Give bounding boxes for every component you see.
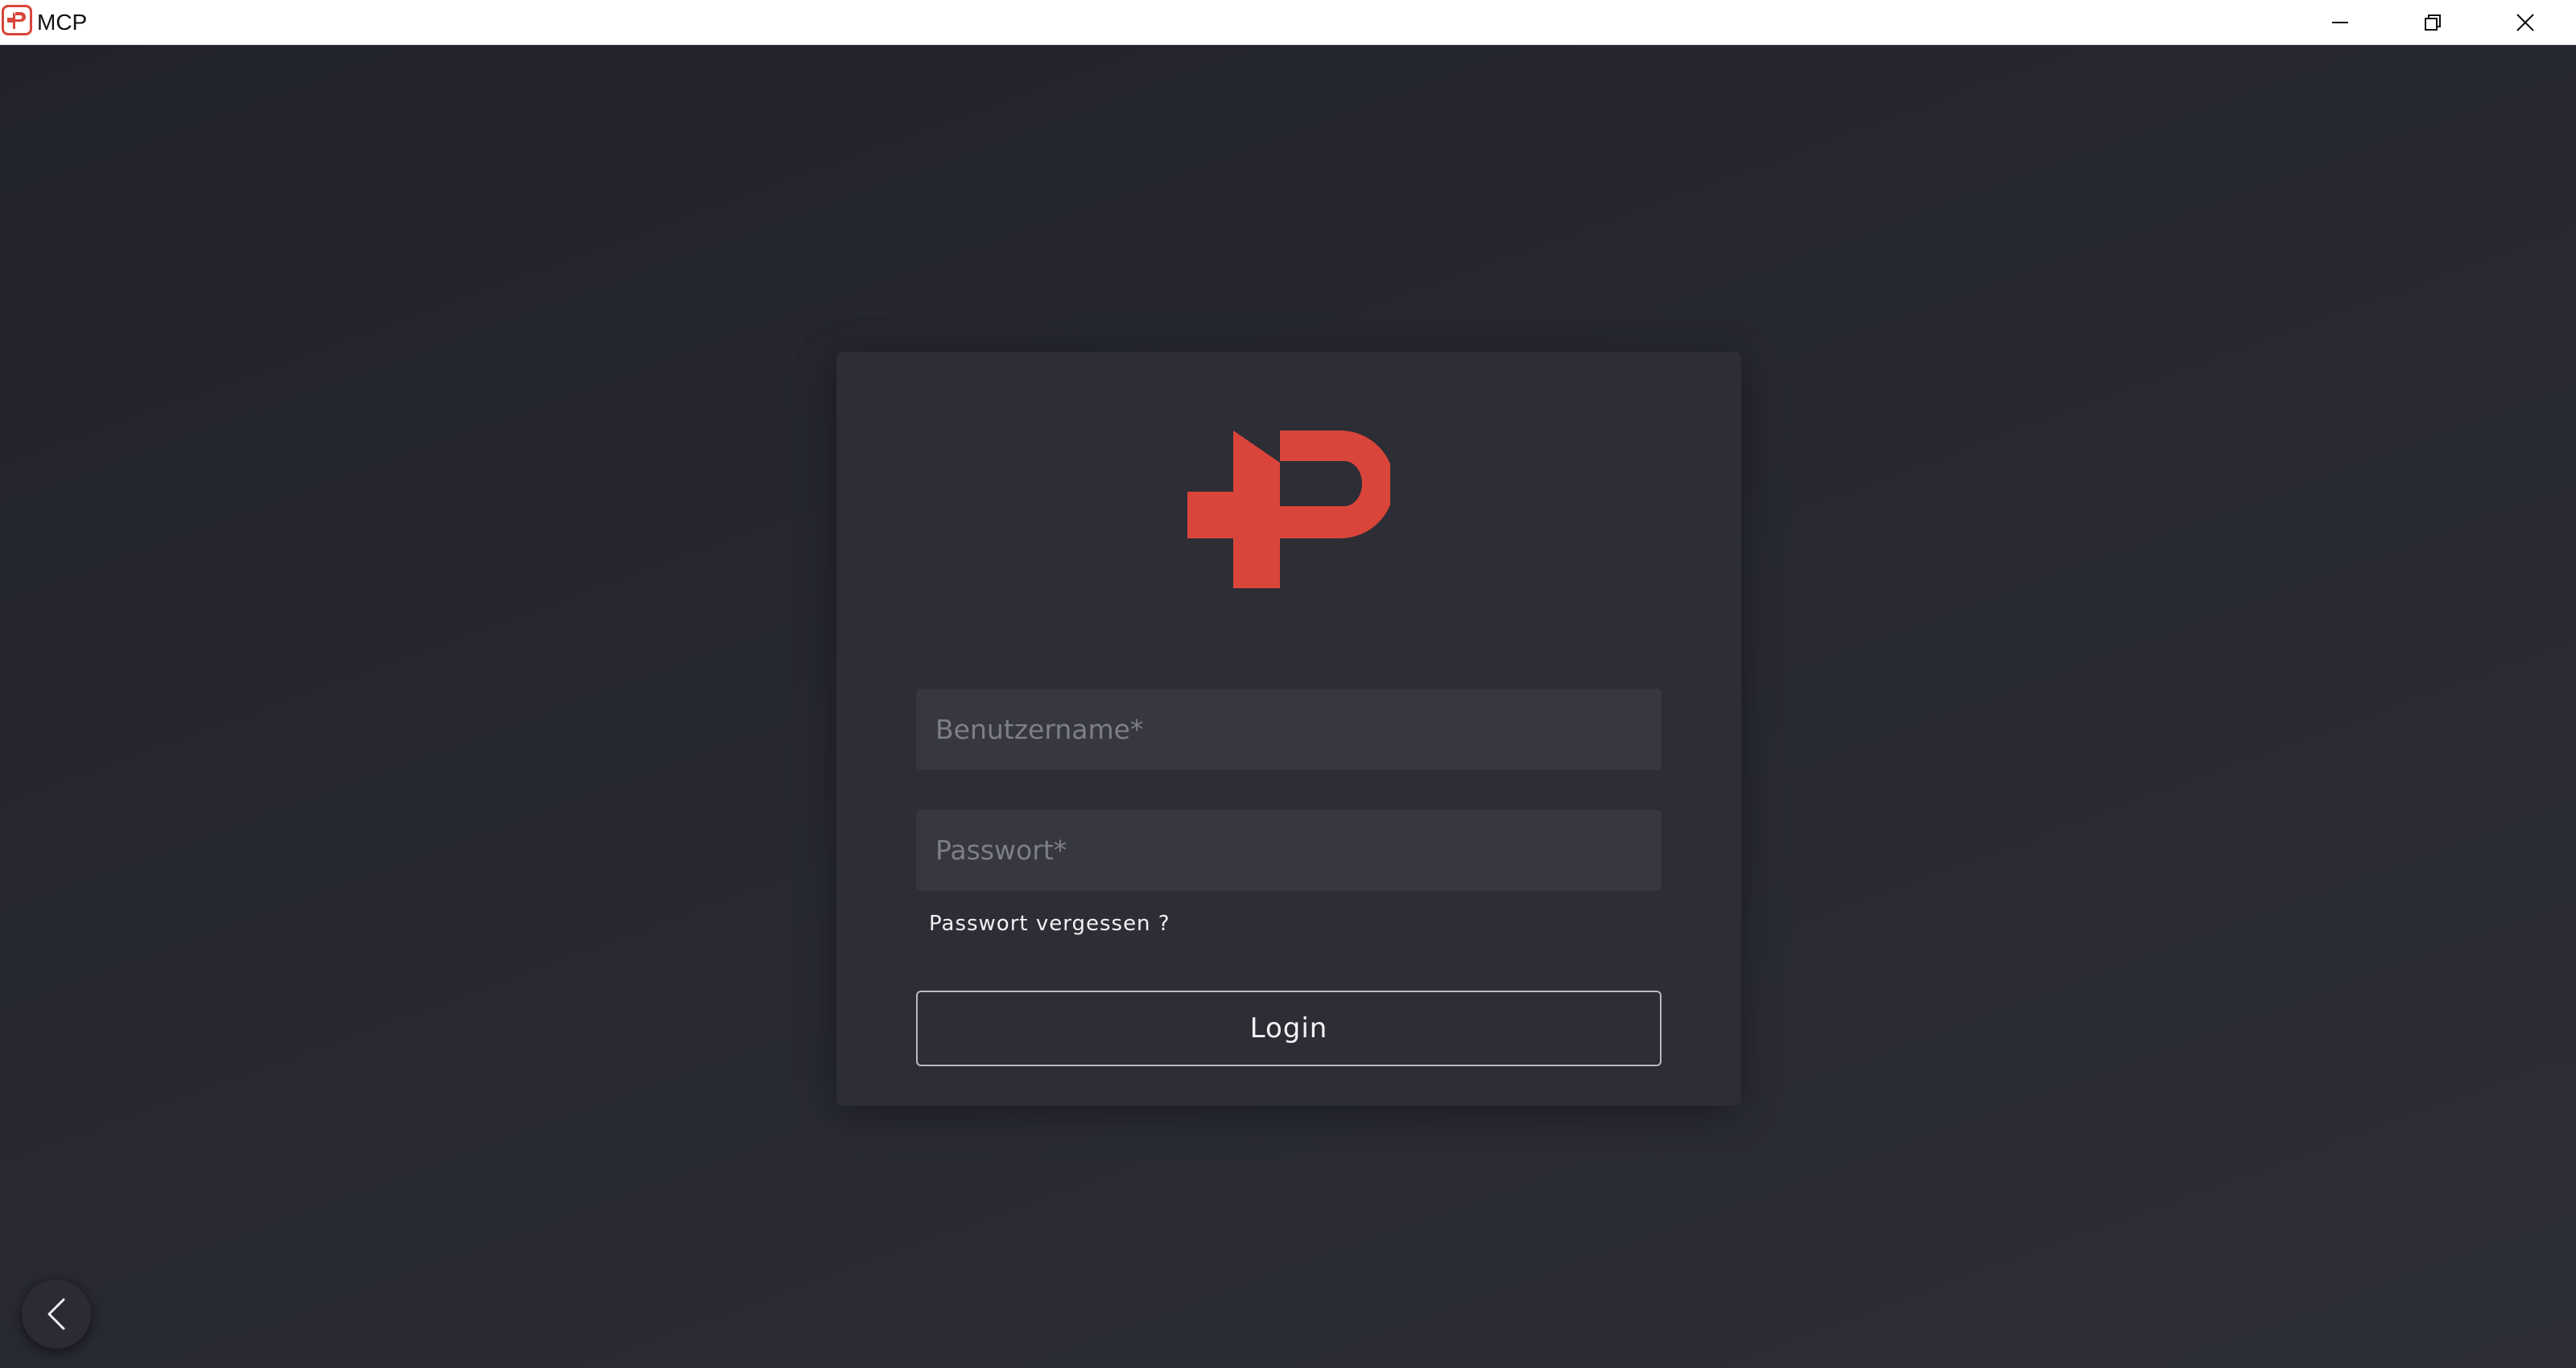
username-input[interactable] <box>916 689 1662 770</box>
restore-button[interactable] <box>2388 0 2477 45</box>
chevron-left-icon <box>47 1298 65 1330</box>
login-button[interactable]: Login <box>916 991 1662 1066</box>
window-titlebar: MCP <box>0 0 2576 45</box>
app-logo-icon <box>2 5 32 35</box>
minimize-icon <box>2332 22 2348 23</box>
back-button[interactable] <box>22 1279 91 1349</box>
restore-icon <box>2425 14 2441 31</box>
minimize-button[interactable] <box>2296 0 2384 45</box>
close-button[interactable] <box>2481 0 2570 45</box>
main-area: Passwort vergessen ? Login <box>0 45 2576 1368</box>
window-title: MCP <box>37 10 88 35</box>
login-card: Passwort vergessen ? Login <box>836 352 1741 1106</box>
mcp-logo <box>1187 431 1390 588</box>
close-icon <box>2516 14 2534 31</box>
password-input[interactable] <box>916 810 1662 891</box>
forgot-password-link[interactable]: Passwort vergessen ? <box>929 912 1170 936</box>
